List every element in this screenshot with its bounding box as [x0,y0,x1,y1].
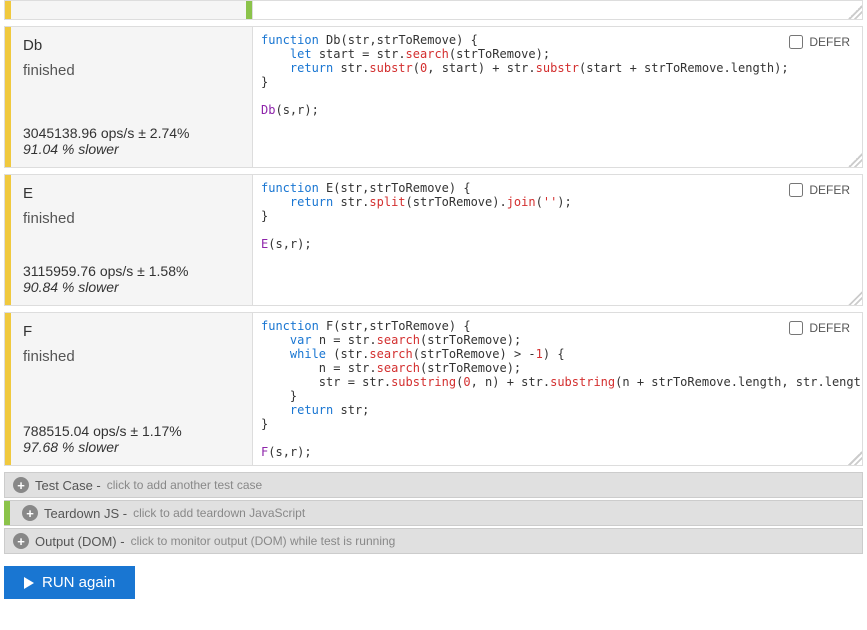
test-case-F: Ffinished 788515.04 ops/s ± 1.17%97.68 % … [4,312,863,466]
resize-handle[interactable] [848,5,862,19]
panel-desc: click to monitor output (DOM) while test… [131,534,396,548]
code-area[interactable] [253,1,862,19]
test-status: finished [23,62,240,79]
test-case-E: Efinished 3115959.76 ops/s ± 1.58%90.84 %… [4,174,863,306]
test-case-top [4,0,863,20]
panel-desc: click to add teardown JavaScript [133,506,305,520]
test-name[interactable]: E [23,185,240,202]
defer-toggle[interactable]: DEFER [789,35,850,49]
run-label: RUN again [42,574,115,591]
panel-label: Test Case - [35,478,101,493]
slower-result: 97.68 % slower [23,439,240,455]
slower-result: 91.04 % slower [23,141,240,157]
plus-icon: + [22,505,38,521]
ops-result: 788515.04 ops/s ± 1.17% [23,423,240,439]
plus-icon: + [13,533,29,549]
test-status: finished [23,210,240,227]
teardown-panel[interactable]: + Teardown JS - click to add teardown Ja… [4,500,863,526]
defer-label: DEFER [809,183,850,197]
panel-label: Teardown JS - [44,506,127,521]
panel-desc: click to add another test case [107,478,262,492]
defer-checkbox[interactable] [789,35,803,49]
panel-label: Output (DOM) - [35,534,125,549]
output-panel[interactable]: + Output (DOM) - click to monitor output… [4,528,863,554]
code-editor[interactable]: function Db(str,strToRemove) { let start… [253,27,862,167]
info-col: Db finished 3045138.96 ops/s ± 2.74%91.04 … [11,27,253,167]
slower-result: 90.84 % slower [23,279,240,295]
resize-handle[interactable] [848,291,862,305]
info-col: Efinished 3115959.76 ops/s ± 1.58%90.84 %… [11,175,253,305]
test-status: finished [23,348,240,365]
code-editor[interactable]: function F(str,strToRemove) { var n = st… [253,313,862,465]
add-test-case-panel[interactable]: + Test Case - click to add another test … [4,472,863,498]
info-col [11,1,253,19]
test-name[interactable]: Db [23,37,240,54]
run-again-button[interactable]: RUN again [4,566,135,599]
fastest-stripe [246,1,252,19]
test-name[interactable]: F [23,323,240,340]
defer-toggle[interactable]: DEFER [789,321,850,335]
info-col: Ffinished 788515.04 ops/s ± 1.17%97.68 % … [11,313,253,465]
defer-checkbox[interactable] [789,183,803,197]
defer-label: DEFER [809,35,850,49]
stripe [4,501,10,525]
plus-icon: + [13,477,29,493]
defer-toggle[interactable]: DEFER [789,183,850,197]
resize-handle[interactable] [848,451,862,465]
code-editor[interactable]: function E(str,strToRemove) { return str… [253,175,862,305]
play-icon [24,577,34,589]
defer-label: DEFER [809,321,850,335]
resize-handle[interactable] [848,153,862,167]
ops-result: 3115959.76 ops/s ± 1.58% [23,263,240,279]
test-case-Db: Db finished 3045138.96 ops/s ± 2.74%91.04 … [4,26,863,168]
ops-result: 3045138.96 ops/s ± 2.74% [23,125,240,141]
defer-checkbox[interactable] [789,321,803,335]
